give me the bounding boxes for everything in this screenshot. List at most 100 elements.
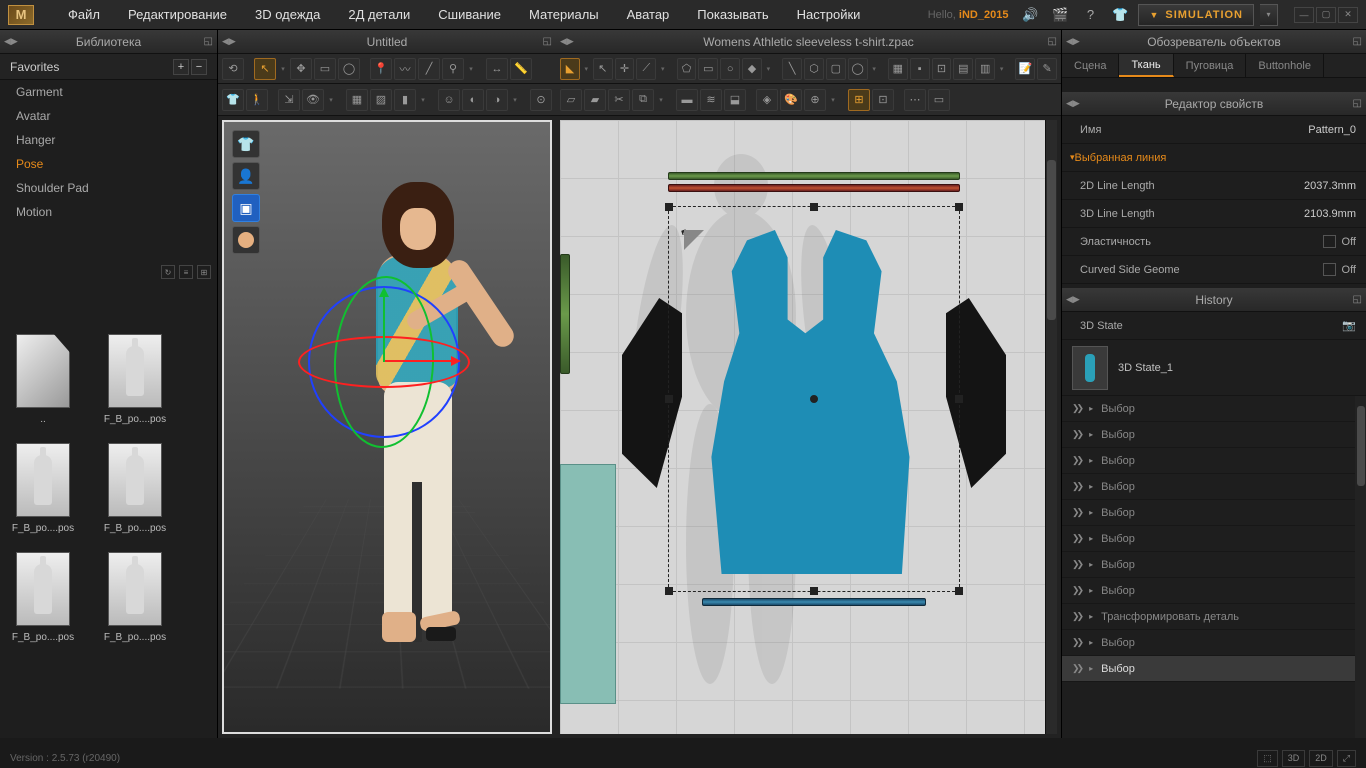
thumb-pose-5[interactable]: F_B_po....pos: [100, 552, 170, 643]
panel-menu-icon[interactable]: ◀▶: [1066, 36, 1080, 47]
prop-curved-side[interactable]: Curved Side GeomeOff: [1062, 256, 1366, 284]
viewport-2d[interactable]: ↖: [560, 120, 1057, 734]
tool-3d-mesh[interactable]: ▦: [346, 89, 368, 111]
tool-3d-curve[interactable]: 〰: [394, 58, 416, 80]
tool-2d-seam[interactable]: ▦: [888, 58, 908, 80]
vp-avatar-icon[interactable]: 👤: [232, 162, 260, 190]
history-item[interactable]: ❯❯▸Выбор: [1062, 578, 1366, 604]
window-minimize[interactable]: —: [1294, 7, 1314, 23]
tool-3d-garment[interactable]: 👕: [222, 89, 244, 111]
tool-2d-sew-seg[interactable]: ▱: [560, 89, 582, 111]
avatar-model[interactable]: [342, 182, 502, 722]
lib-item-motion[interactable]: Motion: [0, 200, 217, 224]
scrollbar-2d[interactable]: [1045, 120, 1057, 734]
history-item-current[interactable]: ❯❯▸Выбор: [1062, 656, 1366, 682]
window-maximize[interactable]: ▢: [1316, 7, 1336, 23]
panel-menu-icon[interactable]: ◀▶: [222, 36, 236, 47]
history-item[interactable]: ❯❯▸Выбор: [1062, 552, 1366, 578]
save-state-icon[interactable]: 📷: [1342, 319, 1356, 332]
tool-2d-sew-show[interactable]: ⧉: [632, 89, 654, 111]
tab-button[interactable]: Пуговица: [1174, 54, 1247, 77]
tool-2d-ref[interactable]: ▭: [928, 89, 950, 111]
prop-elasticity[interactable]: ЭластичностьOff: [1062, 228, 1366, 256]
tool-3d-measure[interactable]: ↔: [486, 58, 508, 80]
menu-2d-details[interactable]: 2Д детали: [334, 7, 424, 22]
thumb-pose-3[interactable]: F_B_po....pos: [100, 443, 170, 534]
tool-3d-avatar[interactable]: 🚶: [246, 89, 268, 111]
menu-3d-clothing[interactable]: 3D одежда: [241, 7, 334, 22]
tool-3d-lasso[interactable]: ◯: [338, 58, 360, 80]
tool-2d-polygon[interactable]: ⬠: [677, 58, 697, 80]
tool-2d-notch[interactable]: ▪: [910, 58, 930, 80]
lib-item-garment[interactable]: Garment: [0, 80, 217, 104]
history-item[interactable]: ❯❯▸Выбор: [1062, 474, 1366, 500]
history-item[interactable]: ❯❯▸Трансформировать деталь: [1062, 604, 1366, 630]
mode-all[interactable]: ⬚: [1257, 750, 1278, 767]
mode-3d[interactable]: 3D: [1282, 750, 1306, 767]
tool-2d-color[interactable]: 🎨: [780, 89, 802, 111]
tool-2d-transform[interactable]: ↖: [593, 58, 613, 80]
video-icon[interactable]: 🎬: [1048, 5, 1072, 25]
tool-2d-rect[interactable]: ▭: [698, 58, 718, 80]
vp-skin-icon[interactable]: [232, 226, 260, 254]
tool-3d-stress[interactable]: ◑: [486, 89, 508, 111]
history-scrollbar[interactable]: [1355, 396, 1366, 738]
tool-3d-texture[interactable]: ▨: [370, 89, 392, 111]
tool-2d-icirc[interactable]: ◯: [848, 58, 868, 80]
tool-2d-grain[interactable]: ▤: [953, 58, 973, 80]
vp-arrangement-icon[interactable]: ▣: [232, 194, 260, 222]
panel-menu-icon[interactable]: ◀▶: [1066, 98, 1080, 109]
tool-2d-trace[interactable]: ✎: [1037, 58, 1057, 80]
seam-strip-left[interactable]: [560, 254, 570, 374]
store-icon[interactable]: 👕: [1108, 5, 1132, 25]
tool-2d-baseline[interactable]: ⋯: [904, 89, 926, 111]
simulation-dropdown[interactable]: ▾: [1260, 4, 1278, 26]
tool-2d-addpoint[interactable]: ✛: [615, 58, 635, 80]
tool-3d-reset[interactable]: ⊙: [530, 89, 552, 111]
tool-3d-tape[interactable]: 📏: [510, 58, 532, 80]
simulation-button[interactable]: SIMULATION: [1138, 4, 1254, 26]
history-item[interactable]: ❯❯▸Выбор: [1062, 448, 1366, 474]
tool-2d-sym[interactable]: ▥: [975, 58, 995, 80]
tool-2d-steam[interactable]: ≋: [700, 89, 722, 111]
tool-2d-sew-edit[interactable]: ✂: [608, 89, 630, 111]
tool-3d-pin[interactable]: 📍: [370, 58, 392, 80]
panel-popout-icon[interactable]: ◱: [543, 36, 552, 47]
tool-3d-tack[interactable]: ⚲: [442, 58, 464, 80]
seam-strip-bottom[interactable]: [702, 598, 926, 606]
tool-2d-pattern[interactable]: ◈: [756, 89, 778, 111]
tool-3d-thick[interactable]: ▮: [394, 89, 416, 111]
tool-2d-sew-free[interactable]: ▰: [584, 89, 606, 111]
menu-sewing[interactable]: Сшивание: [424, 7, 515, 22]
history-item[interactable]: ❯❯▸Выбор: [1062, 630, 1366, 656]
thumb-pose-1[interactable]: F_B_po....pos: [100, 334, 170, 425]
mode-2d[interactable]: 2D: [1309, 750, 1333, 767]
menu-file[interactable]: Файл: [54, 7, 114, 22]
thumb-pose-2[interactable]: F_B_po....pos: [8, 443, 78, 534]
rotation-gizmo[interactable]: [304, 282, 464, 442]
tool-2d-dart[interactable]: ◆: [742, 58, 762, 80]
panel-menu-icon[interactable]: ◀▶: [560, 36, 574, 47]
selection-box[interactable]: [668, 206, 960, 592]
lib-item-shoulderpad[interactable]: Shoulder Pad: [0, 176, 217, 200]
panel-popout-icon[interactable]: ◱: [1048, 36, 1057, 47]
tool-3d-arrange[interactable]: ⇲: [278, 89, 300, 111]
tool-2d-iline[interactable]: ╲: [782, 58, 802, 80]
tool-2d-grid[interactable]: ⊞: [848, 89, 870, 111]
tool-2d-text[interactable]: 📝: [1015, 58, 1035, 80]
tool-2d-edit[interactable]: ◣: [560, 58, 580, 80]
sound-icon[interactable]: 🔊: [1018, 5, 1042, 25]
tool-2d-iron[interactable]: ▬: [676, 89, 698, 111]
tool-2d-ipoly[interactable]: ⬡: [804, 58, 824, 80]
prop-name[interactable]: ИмяPattern_0: [1062, 116, 1366, 144]
tab-scene[interactable]: Сцена: [1062, 54, 1119, 77]
thumb-up[interactable]: ..: [8, 334, 78, 425]
tool-3d-box[interactable]: ▭: [314, 58, 336, 80]
tool-3d-show[interactable]: 👁: [302, 89, 324, 111]
window-close[interactable]: ✕: [1338, 7, 1358, 23]
thumb-pose-4[interactable]: F_B_po....pos: [8, 552, 78, 643]
panel-popout-icon[interactable]: ◱: [1353, 294, 1362, 305]
tool-3d-select[interactable]: ↖: [254, 58, 276, 80]
menu-edit[interactable]: Редактирование: [114, 7, 241, 22]
tool-2d-snap[interactable]: ⊡: [872, 89, 894, 111]
